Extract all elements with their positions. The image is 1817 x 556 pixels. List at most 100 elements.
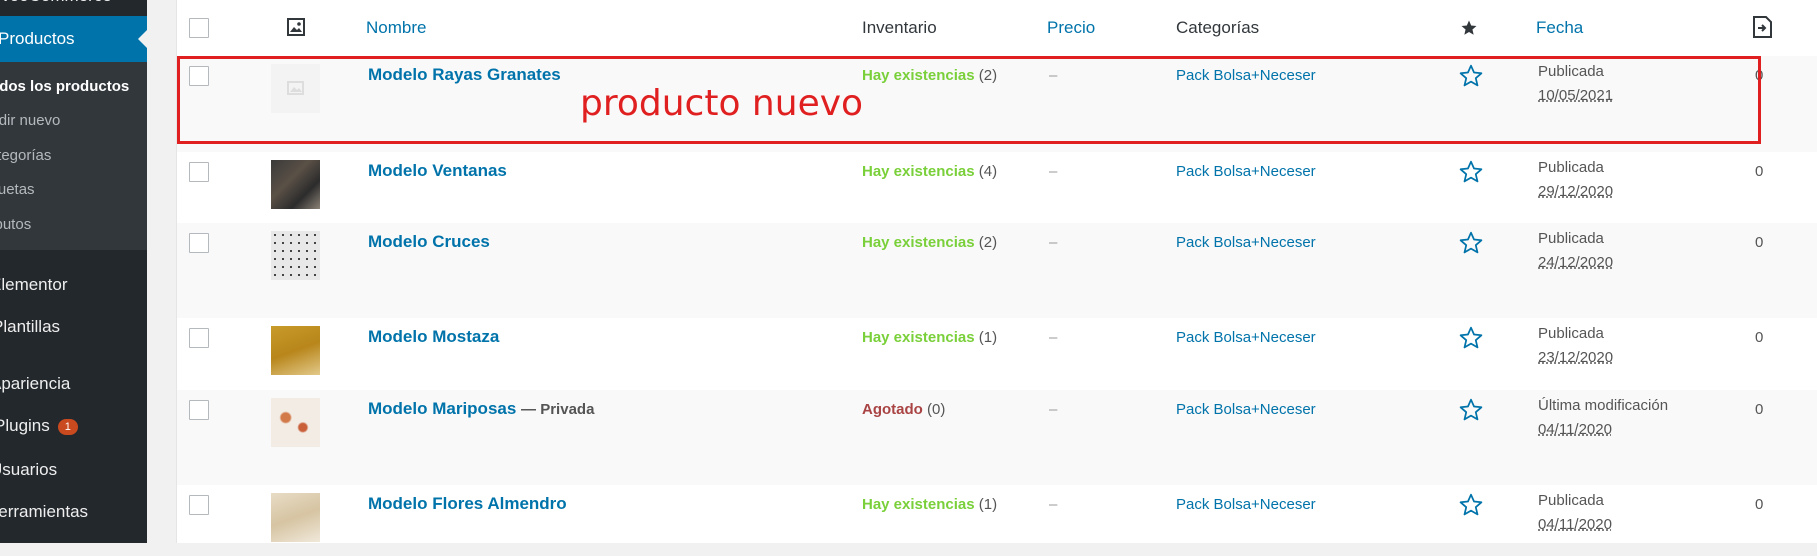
featured-star-icon[interactable] bbox=[1458, 63, 1484, 89]
submenu-attributes[interactable]: Atributos bbox=[0, 216, 31, 233]
sidebar-item-herramientas[interactable]: Herramientas bbox=[0, 502, 88, 522]
stock-status: Hay existencias (1) bbox=[862, 496, 997, 513]
admin-sidebar: WooCommerce Productos Todos los producto… bbox=[0, 0, 147, 543]
date-cell: Publicada 23/12/2020 bbox=[1538, 322, 1613, 370]
price-value: – bbox=[1049, 329, 1058, 346]
sidebar-item-woocommerce[interactable]: WooCommerce bbox=[0, 0, 112, 8]
stock-status: Hay existencias (2) bbox=[862, 234, 997, 251]
date-cell: Publicada 10/05/2021 bbox=[1538, 60, 1613, 108]
publish-status: Publicada bbox=[1538, 159, 1604, 176]
sidebar-item-label: Plugins bbox=[0, 416, 50, 435]
row-checkbox[interactable] bbox=[189, 233, 209, 253]
featured-column-icon[interactable] bbox=[1460, 19, 1478, 37]
publish-date: 29/12/2020 bbox=[1538, 183, 1614, 200]
row-checkbox[interactable] bbox=[189, 495, 209, 515]
product-name[interactable]: Modelo Mariposas bbox=[368, 399, 516, 418]
date-cell: Última modificación 04/11/2020 bbox=[1538, 394, 1668, 442]
product-state: — Privada bbox=[521, 401, 595, 418]
update-count-badge: 1 bbox=[57, 418, 78, 435]
stock-status: Hay existencias (1) bbox=[862, 329, 997, 346]
category-link[interactable]: Pack Bolsa+Neceser bbox=[1176, 163, 1316, 180]
category-link[interactable]: Pack Bolsa+Neceser bbox=[1176, 234, 1316, 251]
product-name[interactable]: Modelo Flores Almendro bbox=[368, 494, 567, 513]
price-value: – bbox=[1049, 401, 1058, 418]
product-name-link[interactable]: Modelo Rayas Granates bbox=[368, 65, 561, 85]
submenu-all-products[interactable]: Todos los productos bbox=[0, 78, 129, 95]
featured-star-icon[interactable] bbox=[1458, 492, 1484, 518]
product-name[interactable]: Modelo Rayas Granates bbox=[368, 65, 561, 84]
stock-label: Hay existencias bbox=[862, 329, 975, 346]
submenu-categories[interactable]: Categorías bbox=[0, 147, 51, 164]
sidebar-item-apariencia[interactable]: Apariencia bbox=[0, 374, 70, 394]
active-arrow-icon bbox=[138, 30, 147, 48]
product-name[interactable]: Modelo Mostaza bbox=[368, 327, 499, 346]
product-name[interactable]: Modelo Ventanas bbox=[368, 161, 507, 180]
export-column-icon[interactable] bbox=[1749, 14, 1775, 40]
date-cell: Publicada 04/11/2020 bbox=[1538, 489, 1612, 537]
select-all-checkbox[interactable] bbox=[189, 18, 209, 38]
publish-status: Última modificación bbox=[1538, 397, 1669, 414]
price-value: – bbox=[1049, 496, 1058, 513]
sidebar-item-productos[interactable]: Productos bbox=[0, 16, 147, 62]
product-name-link[interactable]: Modelo Flores Almendro bbox=[368, 494, 567, 514]
row-count: 0 bbox=[1755, 401, 1764, 418]
category-link[interactable]: Pack Bolsa+Neceser bbox=[1176, 329, 1316, 346]
featured-star-icon[interactable] bbox=[1458, 230, 1484, 256]
stock-label: Agotado bbox=[862, 401, 923, 418]
submenu-tags[interactable]: Etiquetas bbox=[0, 181, 35, 198]
product-thumbnail[interactable] bbox=[271, 398, 320, 447]
submenu-add-new[interactable]: Añadir nuevo bbox=[0, 112, 60, 129]
publish-date: 24/12/2020 bbox=[1538, 254, 1614, 271]
category-link[interactable]: Pack Bolsa+Neceser bbox=[1176, 401, 1316, 418]
price-value: – bbox=[1049, 67, 1058, 84]
placeholder-image-icon bbox=[287, 81, 304, 95]
column-categories: Categorías bbox=[1176, 18, 1260, 37]
row-checkbox[interactable] bbox=[189, 162, 209, 182]
product-thumbnail[interactable] bbox=[271, 64, 320, 113]
table-row: Modelo Mostaza Hay existencias (1) – Pac… bbox=[177, 318, 1817, 390]
stock-label: Hay existencias bbox=[862, 163, 975, 180]
price-value: – bbox=[1049, 163, 1058, 180]
product-thumbnail[interactable] bbox=[271, 493, 320, 542]
stock-status: Hay existencias (2) bbox=[862, 67, 997, 84]
publish-status: Publicada bbox=[1538, 63, 1604, 80]
row-checkbox[interactable] bbox=[189, 328, 209, 348]
table-row: Modelo Cruces Hay existencias (2) – Pack… bbox=[177, 223, 1817, 318]
product-thumbnail[interactable] bbox=[271, 231, 320, 280]
column-date[interactable]: Fecha bbox=[1536, 18, 1583, 38]
column-stock: Inventario bbox=[862, 18, 937, 37]
sidebar-item-usuarios[interactable]: Usuarios bbox=[0, 460, 57, 480]
featured-star-icon[interactable] bbox=[1458, 325, 1484, 351]
product-name-link[interactable]: Modelo Cruces bbox=[368, 232, 490, 252]
category-link[interactable]: Pack Bolsa+Neceser bbox=[1176, 67, 1316, 84]
product-thumbnail[interactable] bbox=[271, 160, 320, 209]
column-price[interactable]: Precio bbox=[1047, 18, 1095, 38]
category-link[interactable]: Pack Bolsa+Neceser bbox=[1176, 496, 1316, 513]
product-thumbnail[interactable] bbox=[271, 326, 320, 375]
table-header: Nombre Inventario Precio Categorías Fech… bbox=[177, 0, 1817, 57]
stock-count: (2) bbox=[978, 67, 998, 84]
stock-count: (0) bbox=[927, 401, 946, 418]
publish-date: 23/12/2020 bbox=[1538, 349, 1614, 366]
row-count: 0 bbox=[1755, 329, 1764, 346]
product-name-link[interactable]: Modelo Mostaza bbox=[368, 327, 499, 347]
product-name-link[interactable]: Modelo Ventanas bbox=[368, 161, 507, 181]
table-row: Modelo Mariposas — Privada Agotado (0) –… bbox=[177, 390, 1817, 485]
featured-star-icon[interactable] bbox=[1458, 159, 1484, 185]
stock-status: Hay existencias (4) bbox=[862, 163, 997, 180]
column-name[interactable]: Nombre bbox=[366, 18, 426, 38]
stock-count: (1) bbox=[978, 329, 998, 346]
product-name[interactable]: Modelo Cruces bbox=[368, 232, 490, 251]
product-name-link[interactable]: Modelo Mariposas — Privada bbox=[368, 399, 594, 419]
sidebar-item-elementor[interactable]: Elementor bbox=[0, 275, 67, 295]
table-row: Modelo Flores Almendro Hay existencias (… bbox=[177, 485, 1817, 556]
row-checkbox[interactable] bbox=[189, 66, 209, 86]
featured-star-icon[interactable] bbox=[1458, 397, 1484, 423]
publish-date: 04/11/2020 bbox=[1538, 516, 1612, 533]
sidebar-item-plugins[interactable]: Plugins 1 bbox=[0, 416, 78, 436]
row-count: 0 bbox=[1755, 496, 1764, 513]
row-count: 0 bbox=[1755, 163, 1764, 180]
row-checkbox[interactable] bbox=[189, 400, 209, 420]
sidebar-item-label: Productos bbox=[0, 29, 75, 48]
sidebar-item-plantillas[interactable]: Plantillas bbox=[0, 317, 60, 337]
